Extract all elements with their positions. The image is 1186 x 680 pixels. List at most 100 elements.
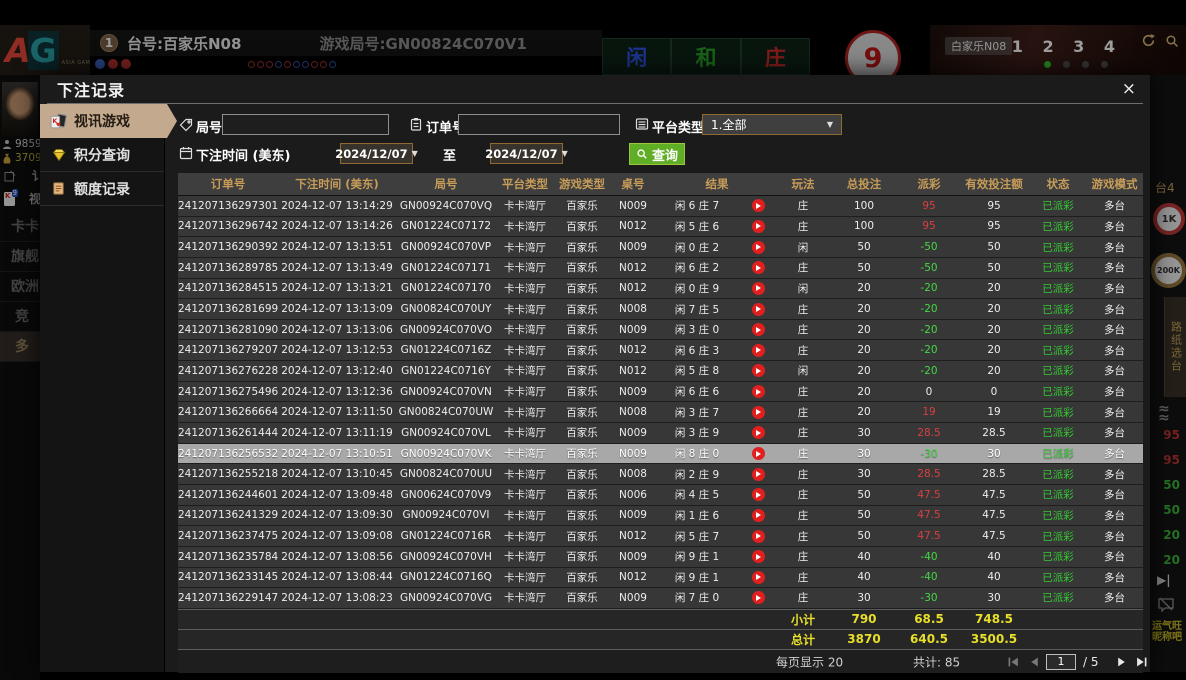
cell-result: 闲 5 庄 8 [656, 363, 738, 378]
table-row[interactable]: 2412071362973012024-12-07 13:14:29GN0092… [178, 196, 1143, 217]
table-row[interactable]: 2412071362446012024-12-07 13:09:48GN0062… [178, 485, 1143, 506]
table-row[interactable]: 2412071362810902024-12-07 13:13:06GN0092… [178, 320, 1143, 341]
cell-game-mode: 多台 [1086, 508, 1143, 523]
cell-bet-type: 庄 [778, 446, 828, 461]
table-row[interactable]: 2412071362845152024-12-07 13:13:21GN0122… [178, 279, 1143, 300]
cell-result: 闲 3 庄 9 [656, 425, 738, 440]
cell-round-id: GN00824C070UY [396, 303, 496, 315]
cell-bet-time: 2024-12-07 13:13:49 [278, 262, 396, 274]
ag-logo: A G ASIA GAMING [0, 25, 90, 75]
page-number-input[interactable] [1046, 654, 1076, 670]
cell-bet-time: 2024-12-07 13:11:50 [278, 406, 396, 418]
sidebar-item-1[interactable]: K♥视讯游戏 [40, 104, 177, 138]
prev-page-icon[interactable] [1029, 656, 1040, 667]
replay-play-icon[interactable] [752, 488, 765, 501]
table-row[interactable]: 2412071362357842024-12-07 13:08:56GN0092… [178, 547, 1143, 568]
app-screen: A G ASIA GAMING 1 台号:百家乐N08 游戏局号:GN00824… [0, 0, 1186, 680]
table-row[interactable]: 2412071362614442024-12-07 13:11:19GN0092… [178, 423, 1143, 444]
search-button[interactable]: 查询 [629, 143, 685, 165]
chat-muted-icon [1157, 597, 1175, 617]
replay-play-icon[interactable] [752, 303, 765, 316]
zoom-icon[interactable] [1162, 31, 1181, 50]
date-from-picker[interactable]: 2024/12/07 ▼ [340, 143, 413, 164]
table-row[interactable]: 2412071362374752024-12-07 13:09:08GN0122… [178, 526, 1143, 547]
table-row[interactable]: 2412071362762282024-12-07 13:12:40GN0122… [178, 361, 1143, 382]
replay-play-icon[interactable] [752, 323, 765, 336]
table-row[interactable]: 2412071362967422024-12-07 13:14:26GN0122… [178, 217, 1143, 238]
replay-play-icon[interactable] [752, 220, 765, 233]
table-row[interactable]: 2412071362897852024-12-07 13:13:49GN0122… [178, 258, 1143, 279]
subtotal-payout: 68.5 [900, 612, 958, 626]
cell-bet-type: 闲 [778, 240, 828, 255]
table-row[interactable]: 2412071362792072024-12-07 13:12:53GN0122… [178, 340, 1143, 361]
close-icon[interactable]: × [1122, 81, 1136, 98]
replay-play-icon[interactable] [752, 571, 765, 584]
refresh-icon[interactable] [1139, 31, 1158, 50]
cell-round-id: GN01224C0716R [396, 530, 496, 542]
table-row[interactable]: 2412071362565322024-12-07 13:10:51GN0092… [178, 444, 1143, 465]
sidebar-item-2[interactable]: 积分查询 [40, 138, 164, 172]
table-row[interactable]: 2412071362331452024-12-07 13:08:44GN0122… [178, 568, 1143, 589]
cell-status: 已派彩 [1030, 487, 1086, 502]
replay-play-icon[interactable] [752, 241, 765, 254]
platform-select[interactable]: 1.全部 ▼ [702, 114, 842, 135]
replay-play-icon[interactable] [752, 364, 765, 377]
replay-play-icon[interactable] [752, 509, 765, 522]
table-row[interactable]: 2412071362413292024-12-07 13:09:30GN0092… [178, 506, 1143, 527]
cell-payout: 95 [900, 220, 958, 232]
cell-status: 已派彩 [1030, 281, 1086, 296]
date-to-picker[interactable]: 2024/12/07 ▼ [490, 143, 563, 164]
cell-total-bet: 50 [828, 509, 900, 521]
table-row[interactable]: 2412071362754962024-12-07 13:12:36GN0092… [178, 382, 1143, 403]
cell-bet-type: 庄 [778, 322, 828, 337]
replay-play-icon[interactable] [752, 426, 765, 439]
table-row[interactable]: 2412071362291472024-12-07 13:08:23GN0092… [178, 588, 1143, 609]
total-payout: 640.5 [900, 632, 958, 646]
cell-round-id: GN00924C070VL [396, 427, 496, 439]
cell-order-id: 241207136297301 [178, 200, 278, 212]
clipboard-icon [409, 117, 423, 131]
replay-play-icon[interactable] [752, 550, 765, 563]
order-id-input[interactable] [458, 114, 620, 135]
cell-table-no: N006 [610, 489, 656, 501]
cell-order-id: 241207136279207 [178, 344, 278, 356]
cell-replay [738, 571, 778, 584]
replay-play-icon[interactable] [752, 447, 765, 460]
replay-play-icon[interactable] [752, 530, 765, 543]
cell-bet-type: 庄 [778, 343, 828, 358]
replay-play-icon[interactable] [752, 199, 765, 212]
to-label: 至 [443, 145, 456, 164]
cell-valid-bet: 47.5 [958, 509, 1030, 521]
column-header: 游戏类型 [554, 176, 610, 192]
table-row[interactable]: 2412071362816992024-12-07 13:13:09GN0082… [178, 299, 1143, 320]
replay-play-icon[interactable] [752, 406, 765, 419]
cell-valid-bet: 40 [958, 571, 1030, 583]
cell-status: 已派彩 [1030, 549, 1086, 564]
modal-title-bar: 下注记录 × [40, 75, 1150, 103]
first-page-icon[interactable] [1008, 656, 1019, 667]
replay-play-icon[interactable] [752, 344, 765, 357]
total-valid-bet: 3500.5 [958, 632, 1030, 646]
replay-play-icon[interactable] [752, 385, 765, 398]
replay-play-icon[interactable] [752, 591, 765, 604]
table-row[interactable]: 2412071362666642024-12-07 13:11:50GN0082… [178, 402, 1143, 423]
cell-table-no: N009 [610, 386, 656, 398]
cell-result: 闲 6 庄 6 [656, 384, 738, 399]
next-page-icon[interactable] [1116, 656, 1127, 667]
tag-icon [179, 118, 193, 132]
cell-payout: -30 [900, 448, 958, 460]
game-table-label: 台号:百家乐N08 [127, 33, 241, 54]
replay-play-icon[interactable] [752, 261, 765, 274]
replay-play-icon[interactable] [752, 282, 765, 295]
last-page-icon[interactable] [1136, 656, 1147, 667]
cell-game-mode: 多台 [1086, 198, 1143, 213]
cell-game-mode: 多台 [1086, 467, 1143, 482]
table-row[interactable]: 2412071362552182024-12-07 13:10:45GN0082… [178, 464, 1143, 485]
round-id-input[interactable] [222, 114, 389, 135]
right-game-strip: 台4 1K 200K 路纸选台 ≈≈ 959550502020 ▶| 运气旺 昵… [1150, 75, 1186, 672]
table-row[interactable]: 2412071362903922024-12-07 13:13:51GN0092… [178, 237, 1143, 258]
column-header: 平台类型 [496, 176, 554, 192]
replay-play-icon[interactable] [752, 468, 765, 481]
sidebar-item-3[interactable]: 额度记录 [40, 172, 164, 206]
cell-table-no: N012 [610, 344, 656, 356]
